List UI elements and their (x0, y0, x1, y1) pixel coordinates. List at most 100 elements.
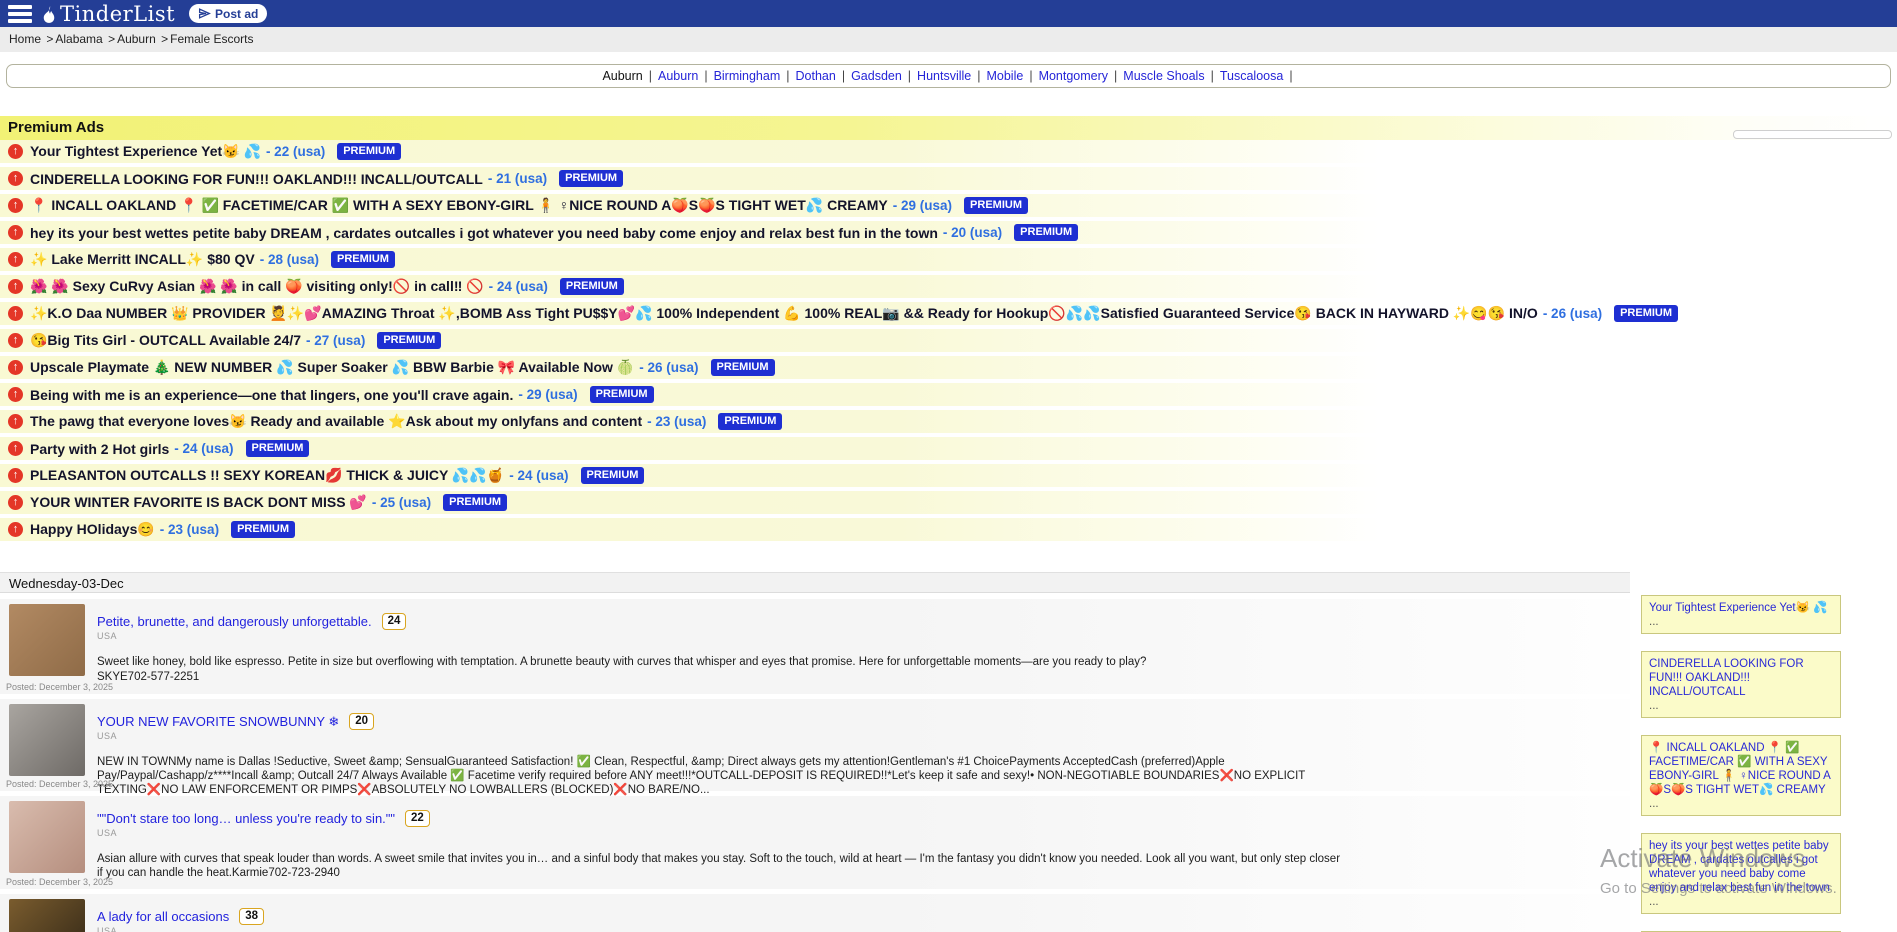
premium-ad-meta: - 24 (usa) (489, 279, 548, 294)
bump-arrow-icon: ↑ (8, 144, 23, 159)
breadcrumb-item[interactable]: Female Escorts (170, 32, 253, 46)
premium-ad-title[interactable]: Party with 2 Hot girls (30, 441, 169, 457)
premium-ad-title[interactable]: YOUR WINTER FAVORITE IS BACK DONT MISS 💕 (30, 494, 367, 511)
premium-ad-meta: - 29 (usa) (893, 198, 952, 213)
premium-ad-row: ↑hey its your best wettes petite baby DR… (0, 221, 1380, 244)
bump-arrow-icon: ↑ (8, 468, 23, 483)
listing-thumbnail[interactable] (9, 899, 85, 932)
listing-thumbnail[interactable] (9, 704, 85, 776)
premium-ad-row: ↑ 📍 INCALL OAKLAND 📍 ✅ FACETIME/CAR ✅ WIT… (0, 194, 1380, 217)
horizontal-scrollbar[interactable] (1733, 130, 1892, 139)
bump-arrow-icon: ↑ (8, 360, 23, 375)
listing-title-row: A lady for all occasions38 (97, 908, 1630, 925)
premium-ad-row: ↑✨ Lake Merritt INCALL✨ $80 QV- 28 (usa)… (0, 248, 1380, 271)
premium-ad-title[interactable]: Your Tightest Experience Yet😼 💦 (30, 143, 261, 160)
premium-badge: PREMIUM (718, 413, 782, 430)
sidebar-ad-box[interactable]: 📍 INCALL OAKLAND 📍 ✅ FACETIME/CAR ✅ WITH… (1641, 735, 1841, 816)
premium-ad-title[interactable]: The pawg that everyone loves😼 Ready and … (30, 413, 642, 430)
sidebar-ad-more: ... (1649, 616, 1833, 628)
premium-badge: PREMIUM (590, 386, 654, 403)
sidebar-ad-box[interactable]: Your Tightest Experience Yet😼 💦... (1641, 595, 1841, 634)
bump-arrow-icon: ↑ (8, 333, 23, 348)
listing-description-line: SKYE702-577-2251 (97, 670, 1347, 684)
premium-ad-title[interactable]: Being with me is an experience—one that … (30, 387, 513, 403)
city-link[interactable]: Mobile (986, 69, 1023, 83)
listing-title-link[interactable]: ""Don't stare too long… unless you're re… (97, 811, 395, 826)
premium-ad-meta: - 26 (usa) (639, 360, 698, 375)
city-link[interactable]: Dothan (796, 69, 836, 83)
premium-badge: PREMIUM (581, 467, 645, 484)
bump-arrow-icon: ↑ (8, 387, 23, 402)
listing-location: USA (97, 631, 1630, 641)
listing-title-link[interactable]: YOUR NEW FAVORITE SNOWBUNNY ❄ (97, 714, 339, 730)
premium-ad-meta: - 21 (usa) (488, 171, 547, 186)
bump-arrow-icon: ↑ (8, 522, 23, 537)
city-separator: | (1289, 69, 1292, 83)
premium-badge: PREMIUM (231, 521, 295, 538)
listing-location: USA (97, 926, 1630, 932)
premium-ad-title[interactable]: hey its your best wettes petite baby DRE… (30, 225, 938, 241)
brand-logo[interactable]: TinderList (40, 2, 175, 26)
premium-ad-title[interactable]: ✨ Lake Merritt INCALL✨ $80 QV (30, 251, 255, 268)
premium-ad-title[interactable]: 🌺 🌺 Sexy CuRvy Asian 🌺 🌺 in call 🍑 visit… (30, 278, 484, 295)
city-link[interactable]: Huntsville (917, 69, 971, 83)
premium-ad-title[interactable]: Upscale Playmate 🎄 NEW NUMBER 💦 Super So… (30, 359, 634, 376)
bump-arrow-icon: ↑ (8, 414, 23, 429)
listing-title-row: YOUR NEW FAVORITE SNOWBUNNY ❄20 (97, 713, 1630, 730)
listing-description: Asian allure with curves that speak loud… (97, 852, 1347, 880)
premium-ad-title[interactable]: 😘Big Tits Girl - OUTCALL Available 24/7 (30, 332, 301, 349)
sidebar-ad-box[interactable]: CINDERELLA LOOKING FOR FUN!!! OAKLAND!!!… (1641, 651, 1841, 718)
listing-location: USA (97, 828, 1630, 838)
bump-arrow-icon: ↑ (8, 198, 23, 213)
premium-ad-row: ↑ CINDERELLA LOOKING FOR FUN!!! OAKLAND!!… (0, 167, 1380, 190)
sidebar-ad-text: hey its your best wettes petite baby DRE… (1649, 839, 1833, 895)
breadcrumb: Home >Alabama >Auburn >Female Escorts (0, 27, 1897, 52)
breadcrumb-item[interactable]: Home (9, 32, 41, 46)
premium-ad-row: ↑ Happy HOlidays😊 - 23 (usa) PREMIUM (0, 518, 1380, 541)
flame-icon (40, 5, 58, 23)
brand-name: TinderList (60, 2, 175, 26)
listing-row: Posted: December 3, 2025""Don't stare to… (0, 796, 1630, 889)
city-nav: Auburn|Auburn|Birmingham|Dothan|Gadsden|… (6, 64, 1891, 88)
city-link[interactable]: Birmingham (714, 69, 781, 83)
premium-ad-title[interactable]: PLEASANTON OUTCALLS !! SEXY KOREAN💋 THIC… (30, 467, 504, 484)
city-separator: | (1029, 69, 1032, 83)
city-link[interactable]: Montgomery (1039, 69, 1108, 83)
listing-description-line: Asian allure with curves that speak loud… (97, 852, 1347, 880)
listing-title-link[interactable]: A lady for all occasions (97, 909, 229, 924)
premium-ad-row: ↑Your Tightest Experience Yet😼 💦- 22 (us… (0, 140, 1380, 163)
premium-badge: PREMIUM (560, 278, 624, 295)
premium-ad-row: ↑Party with 2 Hot girls- 24 (usa)PREMIUM (0, 437, 1380, 460)
sidebar: Your Tightest Experience Yet😼 💦... CINDER… (1641, 595, 1841, 932)
posted-date: Posted: December 3, 2025 (6, 682, 113, 692)
sidebar-ad-box[interactable]: hey its your best wettes petite baby DRE… (1641, 833, 1841, 914)
premium-ad-title[interactable]: CINDERELLA LOOKING FOR FUN!!! OAKLAND!!!… (30, 171, 483, 187)
premium-badge: PREMIUM (1614, 305, 1678, 322)
breadcrumb-item[interactable]: Alabama (55, 32, 102, 46)
premium-ad-title[interactable]: 📍 INCALL OAKLAND 📍 ✅ FACETIME/CAR ✅ WITH… (30, 197, 888, 214)
city-link[interactable]: Gadsden (851, 69, 902, 83)
city-link[interactable]: Auburn (658, 69, 698, 83)
menu-icon[interactable] (8, 5, 32, 23)
city-current: Auburn (602, 69, 642, 83)
age-badge: 24 (382, 613, 407, 630)
city-separator: | (704, 69, 707, 83)
premium-ad-title[interactable]: Happy HOlidays😊 (30, 521, 155, 538)
post-ad-button[interactable]: Post ad (189, 4, 267, 23)
breadcrumb-item[interactable]: Auburn (117, 32, 156, 46)
premium-ad-title[interactable]: ✨K.O Daa NUMBER 👑 PROVIDER 💆✨💕AMAZING Th… (30, 305, 1538, 322)
premium-ads-list: ↑Your Tightest Experience Yet😼 💦- 22 (us… (0, 140, 1897, 541)
premium-badge: PREMIUM (377, 332, 441, 349)
listing-thumbnail[interactable] (9, 604, 85, 676)
listing-description-line: Sweet like honey, bold like espresso. Pe… (97, 655, 1347, 669)
premium-ad-meta: - 23 (usa) (160, 522, 219, 537)
listing-thumbnail[interactable] (9, 801, 85, 873)
listing-title-link[interactable]: Petite, brunette, and dangerously unforg… (97, 614, 372, 629)
date-header: Wednesday-03-Dec (0, 572, 1630, 593)
city-link[interactable]: Muscle Shoals (1123, 69, 1204, 83)
bump-arrow-icon: ↑ (8, 171, 23, 186)
city-link[interactable]: Tuscaloosa (1220, 69, 1283, 83)
listing-row: Posted: December 3, 2025YOUR NEW FAVORIT… (0, 699, 1630, 791)
sidebar-ad-more: ... (1649, 798, 1833, 810)
premium-ad-row: ↑ Being with me is an experience—one that… (0, 383, 1380, 406)
